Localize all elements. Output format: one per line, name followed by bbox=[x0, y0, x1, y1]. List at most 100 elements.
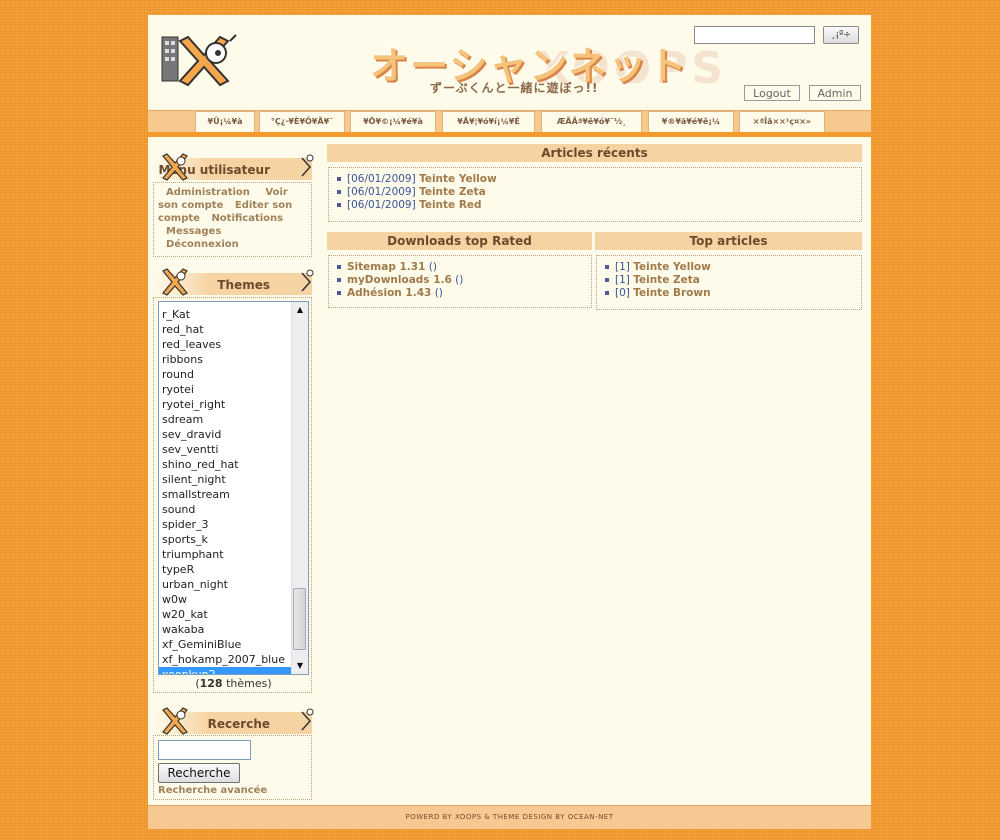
bullet-icon bbox=[605, 278, 609, 282]
bullet-icon bbox=[337, 177, 341, 181]
theme-option[interactable]: xf_hokamp_2007_blue bbox=[159, 652, 291, 667]
article-count: [1] bbox=[615, 274, 630, 286]
theme-count-suffix: thèmes bbox=[226, 677, 268, 690]
sidebar-search-input[interactable] bbox=[158, 740, 251, 760]
theme-option[interactable]: red_leaves bbox=[159, 337, 291, 352]
mascot-tail-icon bbox=[301, 708, 314, 731]
theme-option[interactable]: shino_red_hat bbox=[159, 457, 291, 472]
theme-option[interactable]: ryotei_right bbox=[159, 397, 291, 412]
nav-tab-forum[interactable]: ¥Õ¥©¡¼¥é¥à bbox=[350, 111, 436, 133]
main-navigation: ¥Û¡¼¥à °Ç¿·¥È¥Ô¥Ã¥¯ ¥Õ¥©¡¼¥é¥à ¥Å¥¦¥ó¥í¡… bbox=[148, 110, 871, 133]
nav-tab-links[interactable]: ÆÃÄª¥ê¥ó¥¯½¸ bbox=[541, 111, 642, 133]
download-extra[interactable]: () bbox=[429, 261, 437, 273]
themes-block: r_Kat red_hat red_leaves ribbons round ryotei… bbox=[153, 297, 312, 693]
article-count: [1] bbox=[615, 261, 630, 273]
mascot-tail-icon bbox=[301, 269, 314, 292]
mascot-icon bbox=[162, 153, 188, 181]
mascot-icon bbox=[162, 707, 188, 735]
theme-option[interactable]: round bbox=[159, 367, 291, 382]
download-link[interactable]: Adhésion 1.43 bbox=[347, 287, 431, 299]
theme-option[interactable]: sev_dravid bbox=[159, 427, 291, 442]
download-extra[interactable]: () bbox=[455, 274, 463, 286]
search-title: Recerche bbox=[207, 717, 270, 731]
theme-option[interactable]: smallstream bbox=[159, 487, 291, 502]
theme-option[interactable]: red_hat bbox=[159, 322, 291, 337]
theme-option[interactable]: ryotei bbox=[159, 382, 291, 397]
user-menu-header: Menu utilisateur bbox=[154, 153, 314, 181]
theme-list-scrollbar[interactable]: ▲ ▼ bbox=[291, 302, 308, 674]
article-link[interactable]: Teinte Zeta bbox=[633, 274, 700, 286]
theme-option[interactable]: silent_night bbox=[159, 472, 291, 487]
theme-option[interactable]: wakaba bbox=[159, 622, 291, 637]
theme-option[interactable]: sev_ventti bbox=[159, 442, 291, 457]
nav-tab-home[interactable]: ¥Û¡¼¥à bbox=[195, 111, 255, 133]
theme-option[interactable]: xf_GeminiBlue bbox=[159, 637, 291, 652]
nav-tab-downloads[interactable]: ¥Å¥¦¥ó¥í¡¼¥É bbox=[442, 111, 535, 133]
scrollbar-thumb[interactable] bbox=[293, 588, 306, 650]
scroll-down-arrow-icon[interactable]: ▼ bbox=[292, 658, 308, 674]
download-link[interactable]: Sitemap 1.31 bbox=[347, 261, 425, 273]
list-item: Sitemap 1.31 () bbox=[337, 261, 591, 274]
bullet-icon bbox=[337, 265, 341, 269]
theme-option[interactable]: w0w bbox=[159, 592, 291, 607]
xoops-mascot-logo[interactable] bbox=[160, 31, 238, 97]
article-link[interactable]: Teinte Yellow bbox=[419, 173, 497, 185]
site-subtitle: ずーぷくんと一緒に遊ぼっ!! bbox=[430, 81, 599, 95]
list-item: [1] Teinte Yellow bbox=[605, 261, 861, 274]
admin-button[interactable]: Admin bbox=[809, 85, 861, 101]
bullet-icon bbox=[337, 291, 341, 295]
theme-option[interactable]: w20_kat bbox=[159, 607, 291, 622]
advanced-search-link[interactable]: Recherche avancée bbox=[158, 785, 267, 796]
themes-header: Themes bbox=[154, 268, 314, 296]
list-item: Adhésion 1.43 () bbox=[337, 287, 591, 300]
article-date: [06/01/2009] bbox=[347, 173, 416, 185]
list-item: [1] Teinte Zeta bbox=[605, 274, 861, 287]
article-link[interactable]: Teinte Brown bbox=[633, 287, 710, 299]
themes-title: Themes bbox=[217, 278, 270, 292]
header-search-button[interactable]: ¸¡º÷ bbox=[823, 26, 859, 44]
theme-option[interactable]: urban_night bbox=[159, 577, 291, 592]
nav-tab-contact[interactable]: ×ªÎä××¹ç¤×» bbox=[739, 111, 825, 133]
page-container: XOOPS オーシャンネット ずーぷくんと一緒に遊ぼっ!! ¸¡º÷ Logou… bbox=[148, 15, 871, 829]
theme-option[interactable]: spider_3 bbox=[159, 517, 291, 532]
article-link[interactable]: Teinte Yellow bbox=[633, 261, 711, 273]
list-item: [0] Teinte Brown bbox=[605, 287, 861, 300]
header-search-input[interactable] bbox=[694, 26, 815, 44]
search-block: Recherche Recherche avancée bbox=[153, 735, 312, 800]
theme-count: (128 thèmes) bbox=[195, 677, 272, 690]
theme-option[interactable]: sports_k bbox=[159, 532, 291, 547]
menu-link-administration[interactable]: Administration bbox=[166, 187, 250, 198]
list-item: myDownloads 1.6 () bbox=[337, 274, 591, 287]
footer-credits: POWERD BY XOOPS & THEME DESIGN BY OCEAN-… bbox=[148, 805, 871, 829]
theme-option[interactable]: triumphant bbox=[159, 547, 291, 562]
theme-option[interactable]: sound bbox=[159, 502, 291, 517]
bullet-icon bbox=[605, 265, 609, 269]
menu-link-messages[interactable]: Messages bbox=[166, 226, 221, 237]
mascot-icon bbox=[162, 268, 188, 296]
download-extra[interactable]: () bbox=[435, 287, 443, 299]
bullet-icon bbox=[337, 278, 341, 282]
theme-select-list[interactable]: r_Kat red_hat red_leaves ribbons round ryotei… bbox=[158, 301, 309, 675]
theme-option[interactable]: r_Kat bbox=[159, 307, 291, 322]
nav-divider bbox=[148, 132, 871, 137]
article-link[interactable]: Teinte Zeta bbox=[419, 186, 486, 198]
nav-tab-news[interactable]: °Ç¿·¥È¥Ô¥Ã¥¯ bbox=[259, 111, 345, 133]
article-link[interactable]: Teinte Red bbox=[419, 199, 481, 211]
download-link[interactable]: myDownloads 1.6 bbox=[347, 274, 452, 286]
menu-link-notifications[interactable]: Notifications bbox=[211, 213, 283, 224]
logout-button[interactable]: Logout bbox=[744, 85, 800, 101]
article-date: [06/01/2009] bbox=[347, 186, 416, 198]
sidebar-search-button[interactable]: Recherche bbox=[158, 763, 240, 783]
nav-tab-gallery[interactable]: ¥®¥ã¥é¥ê¡¼ bbox=[648, 111, 734, 133]
article-count: [0] bbox=[615, 287, 630, 299]
scroll-up-arrow-icon[interactable]: ▲ bbox=[292, 302, 308, 318]
recent-articles-header: Articles récents bbox=[327, 144, 862, 162]
recent-articles-block: [06/01/2009] Teinte Yellow [06/01/2009] … bbox=[328, 167, 862, 222]
menu-link-logout[interactable]: Déconnexion bbox=[166, 239, 239, 250]
theme-option[interactable]: ribbons bbox=[159, 352, 291, 367]
bullet-icon bbox=[337, 190, 341, 194]
theme-count-number: 128 bbox=[199, 677, 223, 690]
theme-option[interactable]: typeR bbox=[159, 562, 291, 577]
theme-option[interactable]: sdream bbox=[159, 412, 291, 427]
theme-option[interactable]: xoopkun2 bbox=[159, 667, 291, 674]
